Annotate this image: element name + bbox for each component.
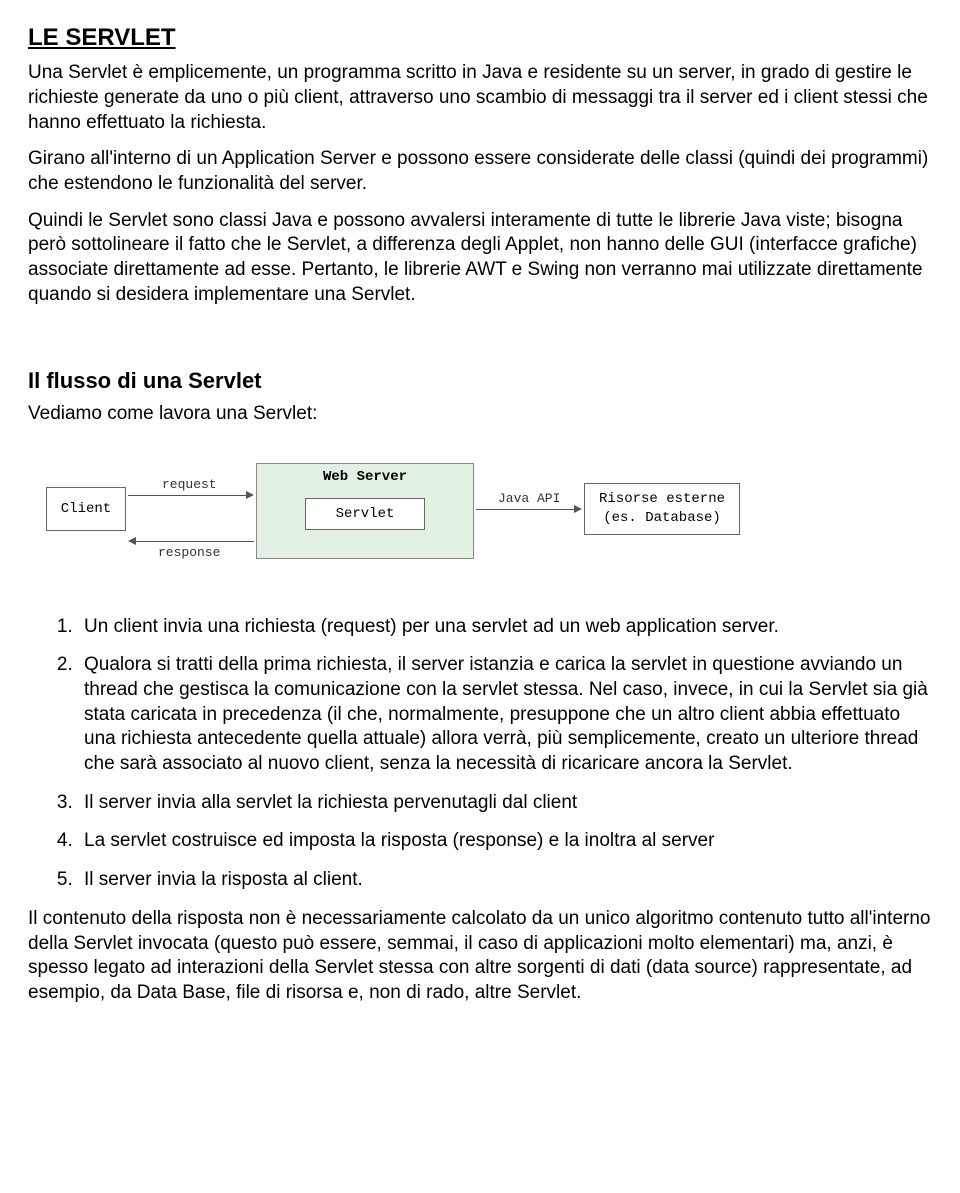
closing-paragraph: Il contenuto della risposta non è necess… [28,907,932,1006]
arrow-javaapi-label: Java API [498,491,560,508]
list-item: Un client invia una richiesta (request) … [78,615,932,640]
paragraph-1: Una Servlet è emplicemente, un programma… [28,61,932,135]
diagram-webserver-label: Web Server [261,468,469,486]
servlet-flow-diagram: Client Web Server Servlet Risorse estern… [38,445,932,575]
section-heading-flow: Il flusso di una Servlet [28,367,932,396]
arrow-response-head [128,537,136,545]
arrow-response-label: response [158,545,220,562]
page-title: LE SERVLET [28,22,932,53]
diagram-external-box: Risorse esterne (es. Database) [584,483,740,535]
list-item: Il server invia la risposta al client. [78,868,932,893]
arrow-javaapi-line [476,509,576,510]
section-intro: Vediamo come lavora una Servlet: [28,402,932,427]
diagram-webserver-box: Web Server Servlet [256,463,474,559]
diagram-external-line1: Risorse esterne [599,490,725,508]
list-item: La servlet costruisce ed imposta la risp… [78,829,932,854]
diagram-external-line2: (es. Database) [603,509,721,527]
arrow-request-head [246,491,254,499]
diagram-servlet-box: Servlet [305,498,425,530]
paragraph-2: Girano all'interno di un Application Ser… [28,147,932,196]
arrow-request-line [128,495,248,496]
list-item: Il server invia alla servlet la richiest… [78,791,932,816]
arrow-request-label: request [162,477,217,494]
flow-steps-list: Un client invia una richiesta (request) … [28,615,932,893]
paragraph-3: Quindi le Servlet sono classi Java e pos… [28,209,932,308]
diagram-client-box: Client [46,487,126,531]
list-item: Qualora si tratti della prima richiesta,… [78,653,932,776]
arrow-response-line [136,541,254,542]
arrow-javaapi-head [574,505,582,513]
